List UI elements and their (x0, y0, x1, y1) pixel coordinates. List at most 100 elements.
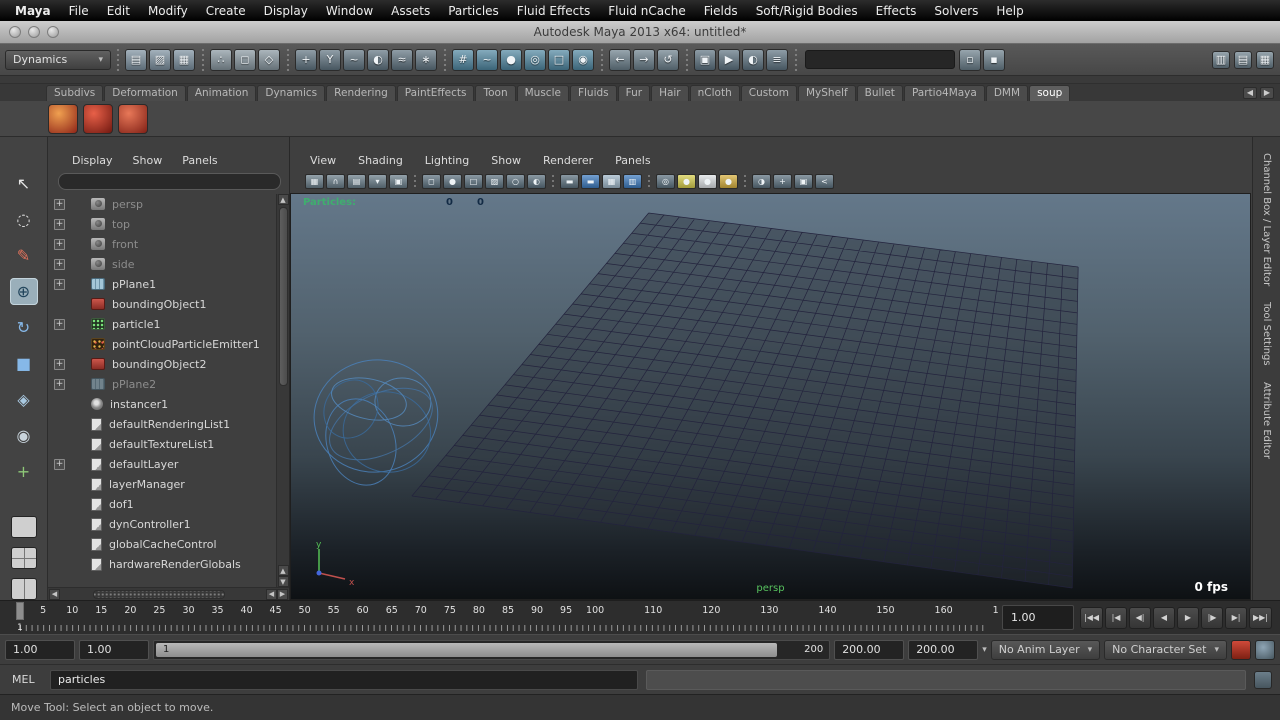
step-forward-key-button[interactable]: |▶ (1201, 607, 1223, 629)
open-scene-icon[interactable]: ▨ (149, 49, 171, 71)
go-to-start-button[interactable]: |◀◀ (1080, 607, 1103, 629)
layout-four-view-button[interactable] (11, 547, 37, 569)
anim-layer-selector[interactable]: No Anim Layer ▾ (991, 640, 1100, 660)
layout-single-view-button[interactable] (11, 516, 37, 538)
mask-joints-icon[interactable]: Y (319, 49, 341, 71)
snap-to-projected-center-icon[interactable]: ◎ (524, 49, 546, 71)
viewport-menu-renderer[interactable]: Renderer (543, 154, 593, 167)
save-scene-icon[interactable]: ▦ (173, 49, 195, 71)
menu-help[interactable]: Help (987, 4, 1032, 18)
animation-start-field[interactable]: 1.00 (5, 640, 75, 660)
expand-toggle-icon[interactable]: + (54, 359, 65, 370)
construction-history-icon[interactable]: ↺ (657, 49, 679, 71)
toolbar-group-divider[interactable] (598, 49, 605, 71)
expand-toggle-icon[interactable]: + (54, 459, 65, 470)
viewport-menu-panels[interactable]: Panels (615, 154, 650, 167)
current-frame-marker[interactable] (16, 602, 24, 620)
output-connections-icon[interactable]: → (633, 49, 655, 71)
share-view-icon[interactable]: < (815, 174, 834, 189)
show-hide-ui-elements-icon[interactable]: ▫ (959, 49, 981, 71)
paint-select-tool[interactable]: ✎ (10, 242, 38, 269)
camera-attributes-icon[interactable]: ▤ (347, 174, 366, 189)
time-slider[interactable]: 5101520253035404550556065707580859095100… (0, 600, 1280, 634)
command-line-mode-label[interactable]: MEL (0, 673, 50, 686)
viewport-menu-shading[interactable]: Shading (358, 154, 403, 167)
snap-to-points-icon[interactable]: ● (500, 49, 522, 71)
scroll-down-icon[interactable]: ▼ (278, 576, 289, 587)
character-set-selector[interactable]: No Character Set ▾ (1104, 640, 1227, 660)
menu-window[interactable]: Window (317, 4, 382, 18)
sidebar-tab-channel-box-layer-editor[interactable]: Channel Box / Layer Editor (1261, 153, 1272, 286)
menu-file[interactable]: File (60, 4, 98, 18)
close-window-button[interactable] (9, 26, 21, 38)
field-chart-icon[interactable]: ▥ (623, 174, 642, 189)
outliner-item-side[interactable]: +side (48, 254, 276, 274)
toolbar-group-divider[interactable] (114, 49, 121, 71)
soup-plug-shelf-button[interactable] (118, 104, 148, 134)
select-by-object-icon[interactable]: ◻ (234, 49, 256, 71)
smooth-shade-icon[interactable]: ● (443, 174, 462, 189)
shelf-tab-toon[interactable]: Toon (475, 85, 515, 101)
shelf-tab-dynamics[interactable]: Dynamics (257, 85, 325, 101)
lock-camera-icon[interactable]: ∩ (326, 174, 345, 189)
expand-toggle-icon[interactable]: + (54, 219, 65, 230)
outliner-item-boundingobject2[interactable]: +boundingObject2 (48, 354, 276, 374)
viewport[interactable]: Particles: 0 0 persp 0 fps y x (290, 193, 1251, 600)
auto-keyframe-toggle[interactable] (1231, 640, 1251, 660)
isolate-select-icon[interactable]: ◎ (656, 174, 675, 189)
select-by-component-icon[interactable]: ◇ (258, 49, 280, 71)
expand-toggle-icon[interactable]: + (54, 259, 65, 270)
bounding-box-icon[interactable]: □ (464, 174, 483, 189)
scrollbar-thumb[interactable] (93, 590, 224, 599)
time-slider-ruler[interactable]: 5101520253035404550556065707580859095100… (0, 601, 998, 634)
gate-mask-icon[interactable]: ▦ (602, 174, 621, 189)
toolbar-group-divider[interactable] (199, 49, 206, 71)
menu-fields[interactable]: Fields (695, 4, 747, 18)
universal-manipulator-tool[interactable]: ◈ (10, 386, 38, 413)
channel-box-toggle-icon[interactable]: ▥ (1212, 51, 1230, 69)
outliner-menu-show[interactable]: Show (133, 154, 163, 167)
animation-end-field[interactable]: 200.00 (908, 640, 978, 660)
outliner-item-persp[interactable]: +persp (48, 194, 276, 214)
snapshot-icon[interactable]: ▣ (794, 174, 813, 189)
outliner-item-defaultlayer[interactable]: +defaultLayer (48, 454, 276, 474)
scroll-right-icon[interactable]: ▶ (277, 589, 288, 600)
menu-fluid-ncache[interactable]: Fluid nCache (599, 4, 695, 18)
shelf-scroll-right-button[interactable]: ▶ (1260, 87, 1274, 99)
outliner-item-dyncontroller1[interactable]: dynController1 (48, 514, 276, 534)
outliner-item-top[interactable]: +top (48, 214, 276, 234)
menu-modify[interactable]: Modify (139, 4, 197, 18)
outliner-menu-display[interactable]: Display (72, 154, 113, 167)
xray-icon[interactable]: ◑ (752, 174, 771, 189)
shelf-tab-animation[interactable]: Animation (187, 85, 257, 101)
quick-selection-input[interactable] (805, 50, 955, 69)
shelf-tab-bullet[interactable]: Bullet (857, 85, 903, 101)
shelf-tab-partio4maya[interactable]: Partio4Maya (904, 85, 985, 101)
show-manipulator-tool[interactable]: + (10, 458, 38, 485)
play-backwards-button[interactable]: ◀ (1153, 607, 1175, 629)
viewport-menu-lighting[interactable]: Lighting (425, 154, 469, 167)
mask-surfaces-icon[interactable]: ◐ (367, 49, 389, 71)
outliner-item-layermanager[interactable]: layerManager (48, 474, 276, 494)
step-forward-frame-button[interactable]: ▶| (1225, 607, 1247, 629)
menu-edit[interactable]: Edit (98, 4, 139, 18)
shelf-tab-subdivs[interactable]: Subdivs (46, 85, 103, 101)
menu-set-dropdown[interactable]: Dynamics ▾ (5, 50, 111, 70)
step-back-frame-button[interactable]: |◀ (1105, 607, 1127, 629)
expand-toggle-icon[interactable]: + (54, 279, 65, 290)
viewport-menu-show[interactable]: Show (491, 154, 521, 167)
mask-dynamics-icon[interactable]: ∗ (415, 49, 437, 71)
play-forwards-button[interactable]: ▶ (1177, 607, 1199, 629)
outliner-item-defaulttexturelist1[interactable]: defaultTextureList1 (48, 434, 276, 454)
shelf-scroll-left-button[interactable]: ◀ (1243, 87, 1257, 99)
scroll-left-icon[interactable]: ◀ (266, 589, 277, 600)
render-settings-icon[interactable]: ≡ (766, 49, 788, 71)
outliner-item-defaultrenderinglist1[interactable]: defaultRenderingList1 (48, 414, 276, 434)
shelf-tab-myshelf[interactable]: MyShelf (798, 85, 856, 101)
make-live-icon[interactable]: ◉ (572, 49, 594, 71)
step-back-key-button[interactable]: ◀| (1129, 607, 1151, 629)
hide-ui-elements-icon[interactable]: ▪ (983, 49, 1005, 71)
outliner-item-instancer1[interactable]: instancer1 (48, 394, 276, 414)
select-by-hierarchy-icon[interactable]: ∴ (210, 49, 232, 71)
lasso-select-tool[interactable]: ◌ (10, 206, 38, 233)
